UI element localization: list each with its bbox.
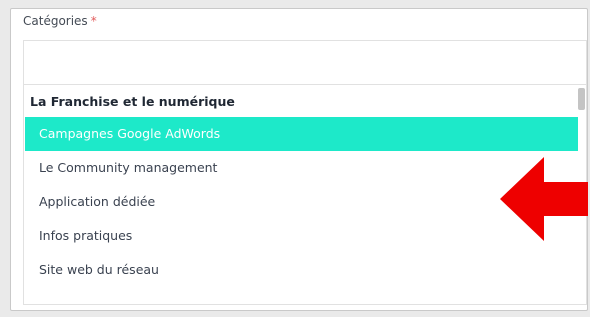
option-site-web-du-reseau[interactable]: Site web du réseau [25,253,580,287]
category-search-input[interactable] [23,40,587,84]
dropdown-scrollbar-thumb[interactable] [578,88,585,110]
field-label: Catégories * [23,14,97,28]
red-arrow-left-icon [500,157,588,241]
option-community-management[interactable]: Le Community management [25,151,580,185]
field-label-text: Catégories [23,14,88,28]
option-campagnes-google-adwords[interactable]: Campagnes Google AdWords [25,117,580,151]
option-group-header: La Franchise et le numérique [30,94,235,109]
option-application-dediee[interactable]: Application dédiée [25,185,580,219]
required-marker: * [90,14,97,28]
option-infos-pratiques[interactable]: Infos pratiques [25,219,580,253]
